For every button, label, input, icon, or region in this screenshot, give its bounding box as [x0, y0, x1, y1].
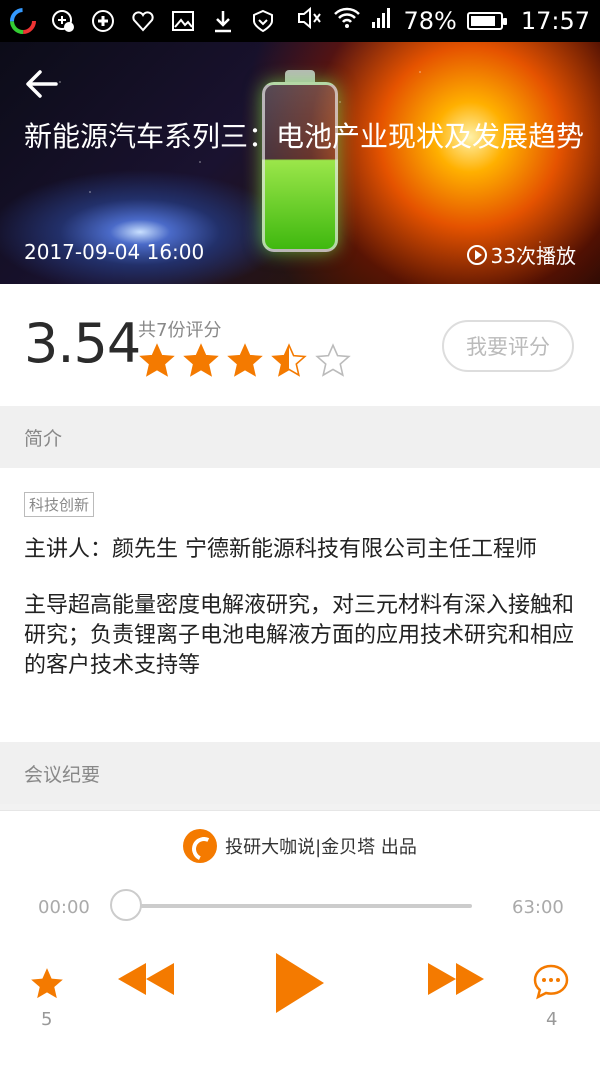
progress-knob[interactable] — [110, 889, 142, 921]
image-icon — [170, 8, 196, 34]
vpn-shield-icon — [250, 8, 276, 34]
shield-x-icon — [50, 8, 76, 34]
favorite-count: 5 — [41, 1009, 53, 1030]
intro-section-header: 简介 — [0, 406, 600, 468]
signal-icon — [371, 7, 393, 35]
producer-credit: 投研大咖说|金贝塔 出品 — [0, 829, 600, 863]
speaker-info: 主讲人：颜先生 宁德新能源科技有限公司主任工程师 — [24, 537, 537, 562]
play-count-label: 33次播放 — [490, 244, 576, 268]
publish-date: 2017-09-04 16:00 — [24, 240, 205, 264]
plus-circle-icon — [90, 8, 116, 34]
star-full-icon — [226, 342, 264, 380]
fast-forward-icon[interactable] — [426, 959, 486, 1003]
play-count: 33次播放 — [466, 240, 576, 269]
status-bar: 78% 17:57 — [0, 0, 600, 42]
intro-panel: 科技创新 主讲人：颜先生 宁德新能源科技有限公司主任工程师 主导超高能量密度电解… — [0, 468, 600, 742]
rating-count: 共7份评分 — [138, 320, 222, 341]
rate-button[interactable]: 我要评分 — [442, 320, 574, 372]
rating-score: 3.54 — [24, 312, 141, 375]
play-count-icon — [466, 244, 487, 265]
mute-icon — [297, 6, 323, 36]
hero-banner: 新能源汽车系列三：电池产业现状及发展趋势 2017-09-04 16:00 33… — [0, 42, 600, 284]
phone-logo-icon — [183, 829, 218, 863]
play-icon[interactable] — [272, 951, 326, 1019]
star-full-icon — [182, 342, 220, 380]
page-title: 新能源汽车系列三：电池产业现状及发展趋势 — [24, 120, 585, 153]
battery-percent: 78% — [403, 7, 457, 35]
download-icon — [210, 8, 236, 34]
star-empty-icon — [314, 342, 352, 380]
star-rating — [138, 342, 352, 380]
heart-x-icon — [130, 8, 156, 34]
time-total: 63:00 — [512, 897, 564, 918]
rewind-icon[interactable] — [116, 959, 176, 1003]
back-arrow-icon[interactable] — [22, 64, 62, 104]
favorite-star-icon[interactable] — [28, 965, 66, 1007]
minutes-section-header: 会议纪要 — [0, 742, 600, 804]
category-tag: 科技创新 — [24, 492, 95, 517]
producer-label: 投研大咖说|金贝塔 出品 — [225, 837, 417, 858]
star-full-icon — [138, 342, 176, 380]
rating-panel: 3.54 共7份评分 我要评分 — [0, 284, 600, 406]
battery-illustration — [262, 82, 338, 252]
time-current: 00:00 — [38, 897, 90, 918]
comment-icon[interactable] — [532, 963, 570, 1005]
speaker-description: 主导超高能量密度电解液研究，对三元材料有深入接触和研究；负责锂离子电池电解液方面… — [24, 593, 575, 678]
app-icon — [10, 8, 36, 34]
battery-icon — [466, 12, 507, 30]
comment-count: 4 — [546, 1009, 558, 1030]
clock: 17:57 — [520, 7, 590, 35]
progress-track[interactable] — [126, 904, 472, 908]
audio-player: 投研大咖说|金贝塔 出品 00:00 63:00 5 4 — [0, 810, 600, 1067]
star-half-icon — [270, 342, 308, 380]
wifi-icon — [333, 7, 361, 35]
